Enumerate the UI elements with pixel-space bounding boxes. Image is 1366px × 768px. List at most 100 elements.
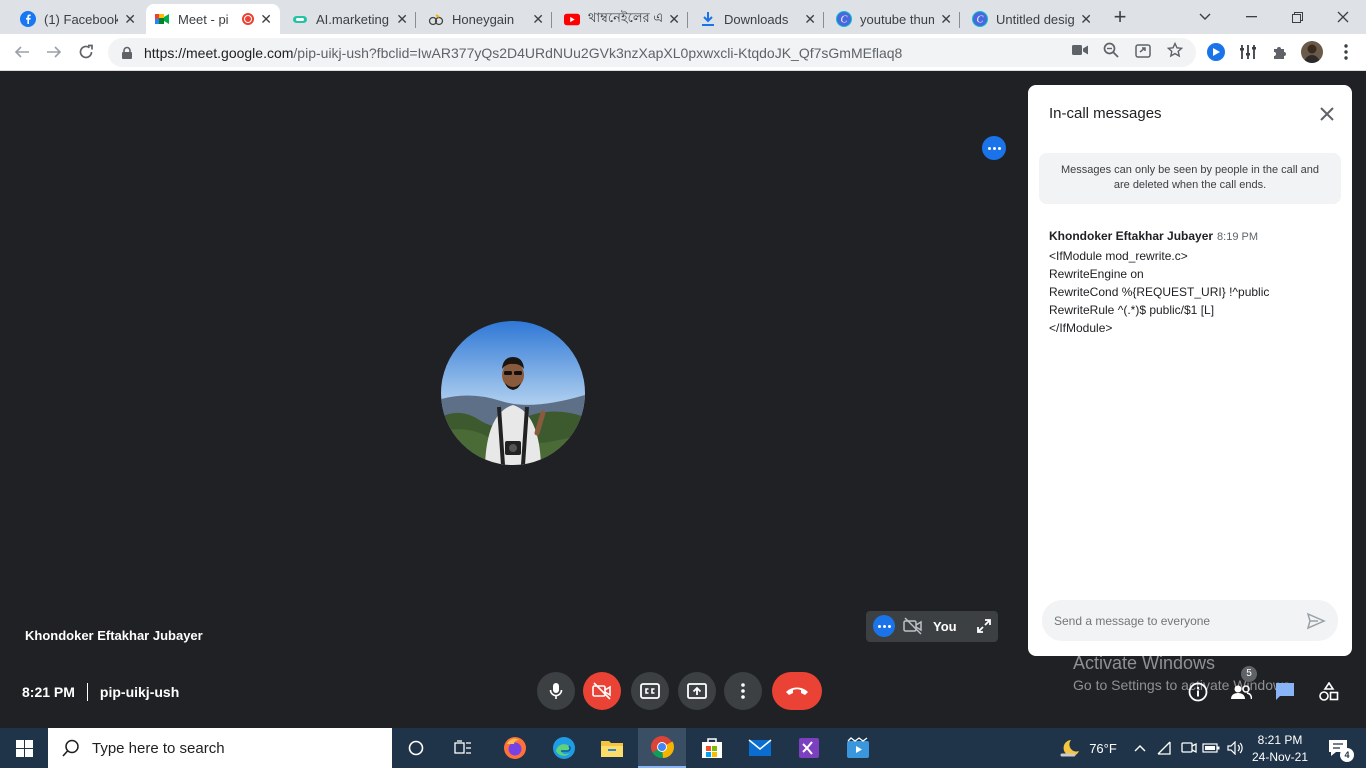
taskbar-search-box[interactable]: Type here to search — [48, 728, 392, 768]
tab-facebook[interactable]: (1) Facebook ✕ — [12, 4, 144, 34]
new-tab-button[interactable]: + — [1108, 5, 1132, 29]
message-composer — [1042, 600, 1338, 641]
honeygain-icon — [428, 11, 444, 27]
address-bar[interactable]: https://meet.google.com/pip-uikj-ush?fbc… — [108, 38, 1196, 67]
zoom-icon[interactable] — [1102, 41, 1120, 59]
back-button[interactable] — [10, 40, 34, 64]
self-options-button[interactable] — [873, 615, 895, 637]
visual-studio-icon — [799, 738, 819, 758]
close-icon[interactable] — [1318, 105, 1336, 123]
reload-button[interactable] — [74, 40, 98, 64]
close-tab-icon[interactable]: ✕ — [396, 11, 408, 28]
chat-message: Khondoker Eftakhar Jubayer 8:19 PM <IfMod… — [1049, 227, 1339, 335]
task-view-button[interactable] — [441, 728, 485, 768]
tab-ai-marketing[interactable]: AI.marketing ✕ — [284, 4, 416, 34]
meeting-info-button[interactable] — [1186, 680, 1210, 704]
tab-honeygain[interactable]: Honeygain ✕ — [420, 4, 552, 34]
close-tab-icon[interactable]: ✕ — [940, 11, 952, 28]
self-view-tile[interactable]: You — [866, 611, 998, 642]
activate-windows-subtitle: Go to Settings to activate Windows. — [1073, 677, 1294, 693]
participant-options-button[interactable] — [982, 136, 1006, 160]
extension-blue-icon[interactable] — [1206, 42, 1226, 62]
show-hidden-icons-button[interactable] — [1130, 728, 1150, 768]
browser-toolbar: https://meet.google.com/pip-uikj-ush?fbc… — [0, 34, 1366, 71]
battery-icon — [1202, 743, 1220, 753]
send-icon[interactable] — [1306, 611, 1326, 631]
activities-button[interactable] — [1317, 680, 1341, 704]
taskbar-chrome[interactable] — [638, 728, 686, 768]
speaker-icon — [1227, 741, 1243, 755]
tab-youtube[interactable]: থাম্বনেইলের এই ✕ — [556, 4, 688, 34]
message-line: RewriteRule ^(.*)$ public/$1 [L] — [1049, 303, 1215, 317]
camera-toggle-button[interactable] — [583, 672, 621, 710]
message-line: <IfModule mod_rewrite.c> — [1049, 249, 1188, 263]
tab-search-chevron-icon[interactable] — [1194, 6, 1216, 28]
tab-canva-untitled[interactable]: C Untitled desig ✕ — [964, 4, 1100, 34]
network-button[interactable] — [1154, 728, 1176, 768]
close-tab-icon[interactable]: ✕ — [804, 11, 816, 28]
message-input[interactable] — [1054, 611, 1294, 630]
share-icon[interactable] — [1134, 41, 1152, 59]
ai-marketing-icon — [292, 11, 308, 27]
tab-meet[interactable]: Meet - pi ✕ — [146, 4, 280, 34]
taskbar-firefox[interactable] — [492, 728, 538, 768]
expand-icon[interactable] — [976, 618, 992, 639]
forward-button[interactable] — [42, 40, 66, 64]
cortana-button[interactable] — [394, 728, 438, 768]
chrome-icon — [651, 736, 674, 759]
microphone-button[interactable] — [537, 672, 575, 710]
more-vert-icon — [741, 683, 745, 699]
browser-menu-icon[interactable] — [1336, 42, 1356, 62]
meet-now-button[interactable] — [1178, 728, 1200, 768]
chat-button[interactable] — [1273, 680, 1297, 704]
bookmark-star-icon[interactable] — [1166, 41, 1184, 59]
close-tab-icon[interactable]: ✕ — [260, 11, 272, 28]
url-text: https://meet.google.com/pip-uikj-ush?fbc… — [144, 44, 903, 61]
message-line: RewriteCond %{REQUEST_URI} !^public — [1049, 285, 1270, 299]
chat-privacy-notice: Messages can only be seen by people in t… — [1039, 153, 1341, 204]
canva-icon: C — [836, 11, 852, 27]
extensions-puzzle-icon[interactable] — [1270, 42, 1290, 62]
taskbar-visual-studio[interactable] — [786, 728, 832, 768]
self-label: You — [933, 619, 957, 634]
restore-button[interactable] — [1286, 6, 1308, 28]
start-button[interactable] — [0, 728, 48, 768]
tab-canva-youtube-thumb[interactable]: C youtube thum ✕ — [828, 4, 960, 34]
minimize-button[interactable] — [1240, 6, 1262, 28]
meet-stage: Khondoker Eftakhar Jubayer You 8:21 PM p… — [0, 71, 1366, 728]
meeting-code[interactable]: pip-uikj-ush — [100, 684, 179, 700]
close-tab-icon[interactable]: ✕ — [124, 11, 136, 28]
svg-text:C: C — [977, 15, 984, 26]
close-window-button[interactable] — [1332, 6, 1354, 28]
people-icon — [1231, 685, 1252, 700]
taskbar-file-explorer[interactable] — [589, 728, 635, 768]
close-tab-icon[interactable]: ✕ — [1080, 11, 1092, 28]
equalizer-extension-icon[interactable] — [1238, 42, 1258, 62]
notification-center-button[interactable]: 4 — [1318, 728, 1358, 768]
taskbar-edge[interactable] — [541, 728, 587, 768]
profile-avatar-icon[interactable] — [1301, 41, 1323, 63]
leave-call-button[interactable] — [772, 672, 822, 710]
close-tab-icon[interactable]: ✕ — [668, 11, 680, 28]
weather-widget[interactable]: 76°F — [1056, 728, 1120, 768]
volume-button[interactable] — [1224, 728, 1248, 768]
present-screen-button[interactable] — [678, 672, 716, 710]
taskbar-store[interactable] — [689, 728, 735, 768]
video-editor-icon — [847, 737, 869, 758]
taskbar-mail[interactable] — [737, 728, 783, 768]
close-tab-icon[interactable]: ✕ — [532, 11, 544, 28]
present-screen-icon — [687, 683, 707, 699]
taskbar-video-editor[interactable] — [835, 728, 881, 768]
chevron-up-icon — [1134, 745, 1146, 752]
tab-downloads[interactable]: Downloads ✕ — [692, 4, 824, 34]
windows-taskbar: Type here to search 76°F 8:21 PM 24-Nov-… — [0, 728, 1366, 768]
battery-button[interactable] — [1200, 728, 1222, 768]
people-button[interactable]: 5 — [1229, 666, 1257, 704]
windows-logo-icon — [15, 739, 33, 757]
camera-in-use-icon[interactable] — [1071, 41, 1089, 59]
weather-temp: 76°F — [1089, 740, 1117, 756]
clock[interactable]: 8:21 PM 24-Nov-21 — [1250, 731, 1310, 765]
end-call-icon — [786, 687, 808, 695]
captions-button[interactable] — [631, 672, 669, 710]
more-options-button[interactable] — [724, 672, 762, 710]
